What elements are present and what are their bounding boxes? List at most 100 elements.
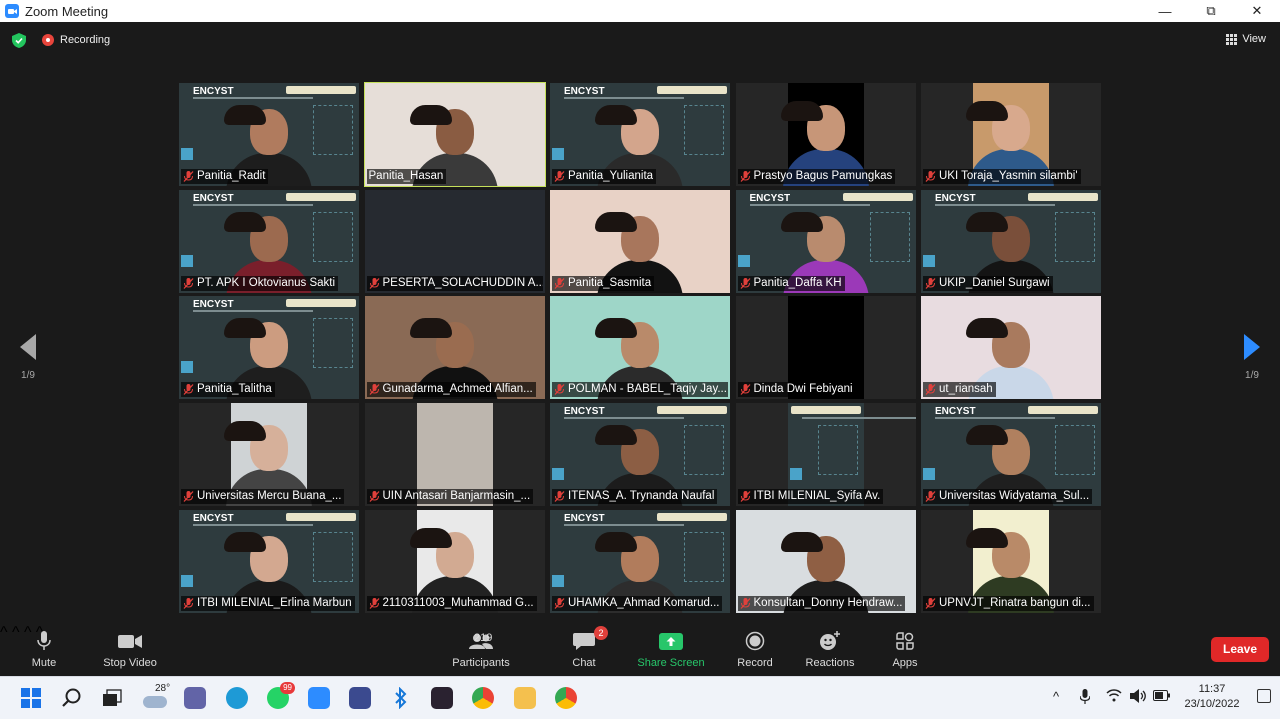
participant-nametag: PT. APK I Oktovianus Sakti bbox=[181, 275, 339, 291]
participant-tile[interactable]: ENCYST Panitia_Yulianita bbox=[550, 83, 730, 186]
participant-tile[interactable]: Universitas Mercu Buana_... bbox=[179, 403, 359, 507]
close-button[interactable]: ✕ bbox=[1234, 0, 1280, 22]
participant-tile[interactable]: UKI Toraja_Yasmin silambi' bbox=[921, 83, 1101, 186]
participant-tile[interactable]: UPNVJT_Rinatra bangun di... bbox=[921, 509, 1101, 613]
participant-tile[interactable]: ENCYST Panitia_Daffa KH bbox=[735, 189, 916, 293]
participant-nametag: Universitas Widyatama_Sul... bbox=[923, 489, 1093, 505]
volume-icon[interactable] bbox=[1130, 689, 1147, 706]
participant-name: Panitia_Radit bbox=[197, 170, 266, 182]
prev-page-indicator: 1/9 bbox=[21, 370, 35, 381]
participant-nametag: Dinda Dwi Febiyani bbox=[737, 382, 856, 398]
mic-muted-icon bbox=[925, 277, 936, 289]
mute-options-chevron-icon[interactable]: ^ bbox=[0, 624, 8, 641]
apps-label: Apps bbox=[892, 657, 918, 669]
participant-tile[interactable]: ENCYSTITBI MILENIAL_Syifa Av. bbox=[735, 403, 916, 507]
next-page-indicator: 1/9 bbox=[1245, 370, 1259, 381]
wifi-icon[interactable] bbox=[1106, 689, 1122, 705]
participant-tile[interactable]: Gunadarma_Achmed Alfian... bbox=[364, 296, 545, 400]
participants-label: Participants bbox=[452, 657, 510, 669]
windows-taskbar: 28° 99 ^ 11:37 23/10/2022 bbox=[0, 676, 1280, 719]
notification-icon[interactable] bbox=[1257, 689, 1271, 703]
chrome-icon[interactable] bbox=[470, 685, 496, 711]
mic-muted-icon bbox=[740, 277, 750, 289]
maximize-button[interactable]: ⧉ bbox=[1188, 0, 1234, 22]
participant-name: Panitia_Sasmita bbox=[568, 276, 652, 289]
participant-nametag: UKIP_Daniel Surgawi bbox=[923, 275, 1053, 291]
minimize-button[interactable]: — bbox=[1142, 0, 1188, 22]
record-button[interactable]: Record bbox=[735, 630, 775, 669]
bluetooth-icon[interactable] bbox=[388, 685, 414, 711]
zoom-app-icon bbox=[5, 4, 19, 18]
participant-nametag: Panitia_Talitha bbox=[181, 382, 275, 398]
battery-icon[interactable] bbox=[1153, 689, 1171, 704]
search-icon[interactable] bbox=[59, 685, 85, 711]
arrow-left-icon bbox=[20, 334, 36, 360]
participant-nametag: PESERTA_SOLACHUDDIN A... bbox=[366, 275, 543, 291]
participant-tile[interactable]: ENCYST UKIP_Daniel Surgawi bbox=[921, 189, 1101, 293]
participants-button[interactable]: 219 Participants bbox=[448, 630, 514, 669]
game-app-icon[interactable] bbox=[429, 685, 455, 711]
participant-tile[interactable]: Panitia_Sasmita bbox=[550, 189, 730, 293]
participant-tile[interactable]: PESERTA_SOLACHUDDIN A... bbox=[364, 189, 545, 293]
view-button[interactable]: View bbox=[1226, 33, 1266, 45]
calendar-app-icon[interactable] bbox=[347, 685, 373, 711]
participant-tile[interactable]: ENCYST Panitia_Talitha bbox=[179, 296, 359, 400]
participant-tile[interactable]: UIN Antasari Banjarmasin_... bbox=[364, 403, 545, 507]
share-screen-button[interactable]: Share Screen bbox=[636, 630, 706, 669]
chat-button[interactable]: 2 Chat bbox=[568, 626, 608, 669]
participant-tile[interactable]: ENCYST ITBI MILENIAL_Erlina Marbun bbox=[179, 509, 359, 613]
participant-name: UIN Antasari Banjarmasin_... bbox=[382, 490, 531, 503]
next-page-button[interactable]: 1/9 bbox=[1232, 334, 1272, 381]
participant-tile[interactable]: ENCYST Universitas Widyatama_Sul... bbox=[921, 403, 1101, 507]
recording-indicator[interactable]: Recording bbox=[42, 34, 110, 46]
participant-tile[interactable]: Dinda Dwi Febiyani bbox=[735, 296, 916, 400]
participant-nametag: Panitia_Hasan bbox=[366, 169, 447, 184]
participant-nametag: Panitia_Yulianita bbox=[552, 169, 657, 184]
edge-browser-icon[interactable] bbox=[224, 685, 250, 711]
participant-tile[interactable]: ENCYST UHAMKA_Ahmad Komarud... bbox=[550, 509, 730, 613]
windows-start-icon[interactable] bbox=[18, 685, 44, 711]
participant-tile[interactable]: ENCYST ITENAS_A. Trynanda Naufal bbox=[550, 403, 730, 507]
mic-muted-icon bbox=[369, 384, 379, 396]
mic-muted-icon bbox=[554, 491, 565, 503]
stop-video-label: Stop Video bbox=[103, 657, 157, 669]
taskbar-clock[interactable]: 11:37 23/10/2022 bbox=[1180, 682, 1244, 712]
stop-video-button[interactable]: Stop Video bbox=[99, 630, 161, 669]
clock-date: 23/10/2022 bbox=[1184, 698, 1240, 710]
tray-microphone-icon[interactable] bbox=[1079, 689, 1091, 707]
task-view-icon[interactable] bbox=[99, 685, 125, 711]
participant-tile[interactable]: POLMAN - BABEL_Taqiy Jay... bbox=[550, 296, 730, 400]
participant-nametag: UPNVJT_Rinatra bangun di... bbox=[923, 595, 1094, 611]
whatsapp-icon[interactable]: 99 bbox=[265, 682, 295, 711]
chrome-profile-icon[interactable] bbox=[553, 685, 579, 711]
reactions-label: Reactions bbox=[805, 657, 855, 669]
zoom-taskbar-icon[interactable] bbox=[306, 685, 332, 711]
weather-widget[interactable]: 28° bbox=[143, 683, 170, 713]
participant-name: PESERTA_SOLACHUDDIN A... bbox=[382, 276, 543, 289]
participant-tile[interactable]: Prastyo Bagus Pamungkas bbox=[735, 83, 916, 186]
mic-muted-icon bbox=[183, 597, 194, 609]
reactions-button[interactable]: Reactions bbox=[802, 630, 858, 669]
participant-tile[interactable]: ENCYST Panitia_Radit bbox=[179, 83, 359, 186]
participant-name: Universitas Widyatama_Sul... bbox=[939, 490, 1090, 503]
video-options-chevron-icon[interactable]: ^ bbox=[12, 624, 20, 641]
teams-chat-icon[interactable] bbox=[182, 685, 208, 711]
leave-button[interactable]: Leave bbox=[1211, 637, 1269, 662]
meeting-toolbar: Mute ^ Stop Video ^ 219 Participants ^ 2… bbox=[0, 624, 1280, 676]
participant-tile[interactable]: 2110311003_Muhammad G... bbox=[364, 509, 545, 613]
participant-tile[interactable]: Panitia_Hasan bbox=[363, 82, 546, 187]
participant-tile[interactable]: Konsultan_Donny Hendraw... bbox=[735, 509, 916, 613]
file-explorer-icon[interactable] bbox=[512, 685, 538, 711]
participant-tile[interactable]: ut_riansah bbox=[921, 296, 1101, 400]
prev-page-button[interactable]: 1/9 bbox=[8, 334, 48, 381]
apps-button[interactable]: Apps bbox=[887, 630, 923, 669]
cloud-icon bbox=[143, 696, 167, 708]
share-screen-icon bbox=[636, 630, 706, 652]
mute-button[interactable]: Mute bbox=[28, 630, 60, 669]
participant-nametag: ut_riansah bbox=[923, 382, 996, 398]
participant-name: Konsultan_Donny Hendraw... bbox=[753, 596, 903, 609]
participant-tile[interactable]: ENCYST PT. APK I Oktovianus Sakti bbox=[179, 189, 359, 293]
encryption-shield-icon[interactable] bbox=[12, 33, 26, 48]
chevron-up-icon[interactable]: ^ bbox=[1053, 689, 1059, 704]
record-icon bbox=[735, 630, 775, 652]
